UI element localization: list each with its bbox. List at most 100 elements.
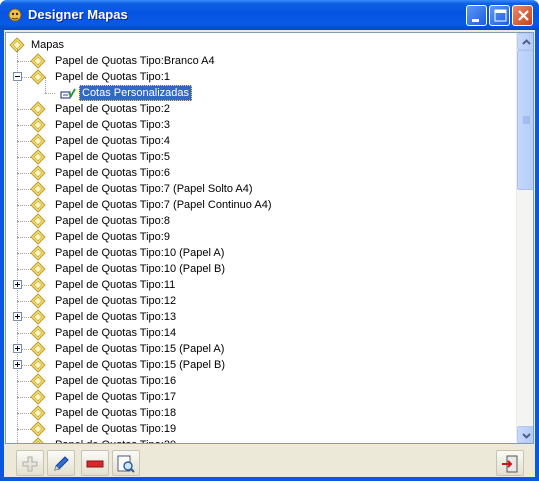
minimize-button[interactable] xyxy=(466,5,487,26)
vertical-scrollbar[interactable] xyxy=(516,33,533,443)
tree-item-label: Papel de Quotas Tipo:16 xyxy=(55,375,177,387)
tree-item-label: Papel de Quotas Tipo:6 xyxy=(55,167,170,179)
tree-branch-line xyxy=(17,413,31,414)
scroll-thumb[interactable] xyxy=(517,50,533,190)
tree-item-label: Papel de Quotas Tipo:11 xyxy=(55,279,176,291)
scroll-up-button[interactable] xyxy=(517,33,533,50)
tree-branch-line xyxy=(17,301,31,302)
tree-branch-line xyxy=(17,125,31,126)
tree-item[interactable]: Papel de Quotas Tipo:16 xyxy=(6,373,516,389)
tree-view[interactable]: Mapas Papel de Quotas Tipo:Branco A4 Pape… xyxy=(5,32,534,444)
tree-item[interactable]: Papel de Quotas Tipo:9 xyxy=(6,229,516,245)
tree-item[interactable]: Papel de Quotas Tipo:20 xyxy=(6,437,516,443)
tree-item-label-selected: Cotas Personalizadas xyxy=(79,85,193,101)
tree-item[interactable]: Papel de Quotas Tipo:2 xyxy=(6,101,516,117)
diamond-icon xyxy=(30,405,46,421)
preview-button[interactable] xyxy=(112,450,140,476)
tree-branch-line xyxy=(17,381,31,382)
tree-item-label: Papel de Quotas Tipo:13 xyxy=(55,311,177,323)
diamond-icon xyxy=(30,117,46,133)
diamond-icon xyxy=(30,341,46,357)
diamond-icon xyxy=(30,389,46,405)
tree-item-label: Papel de Quotas Tipo:17 xyxy=(55,391,177,403)
pencil-icon xyxy=(54,456,69,471)
collapse-minus-icon[interactable] xyxy=(13,72,22,81)
tree-item[interactable]: Papel de Quotas Tipo:19 xyxy=(6,421,516,437)
tree-item-label: Papel de Quotas Tipo:19 xyxy=(55,423,177,435)
minus-icon xyxy=(86,460,104,468)
tree-branch-line xyxy=(17,253,31,254)
tree-child-item[interactable]: Cotas Personalizadas xyxy=(6,77,516,101)
tree-content: Mapas Papel de Quotas Tipo:Branco A4 Pape… xyxy=(6,33,516,443)
title-bar[interactable]: Designer Mapas xyxy=(0,0,539,30)
tree-root[interactable]: Mapas xyxy=(6,37,516,53)
tree-item-label: Papel de Quotas Tipo:2 xyxy=(55,103,170,115)
expand-plus-icon[interactable] xyxy=(13,312,22,321)
tree-item-label: Papel de Quotas Tipo:12 xyxy=(55,295,177,307)
tree-item[interactable]: Papel de Quotas Tipo:1 xyxy=(6,69,516,85)
tree-item-label: Papel de Quotas Tipo:18 xyxy=(55,407,177,419)
tree-item[interactable]: Papel de Quotas Tipo:15 (Papel A) xyxy=(6,341,516,357)
tree-item[interactable]: Papel de Quotas Tipo:18 xyxy=(6,405,516,421)
chevron-down-icon xyxy=(522,433,531,439)
tree-item[interactable]: Papel de Quotas Tipo:5 xyxy=(6,149,516,165)
diamond-icon xyxy=(30,373,46,389)
tree-item-label: Papel de Quotas Tipo:5 xyxy=(55,151,170,163)
diamond-icon xyxy=(30,149,46,165)
edit-button[interactable] xyxy=(47,450,75,476)
maximize-icon xyxy=(494,9,507,22)
diamond-icon xyxy=(30,277,46,293)
expand-plus-icon[interactable] xyxy=(13,344,22,353)
custom-quota-icon xyxy=(60,88,76,99)
diamond-icon xyxy=(30,69,46,85)
tree-item[interactable]: Papel de Quotas Tipo:10 (Papel A) xyxy=(6,245,516,261)
tree-item[interactable]: Papel de Quotas Tipo:14 xyxy=(6,325,516,341)
add-button[interactable] xyxy=(16,450,44,476)
tree-branch-line xyxy=(17,429,31,430)
tree-branch-line xyxy=(45,93,55,94)
tree-item[interactable]: Papel de Quotas Tipo:7 (Papel Solto A4) xyxy=(6,181,516,197)
close-button[interactable] xyxy=(512,5,533,26)
tree-item[interactable]: Papel de Quotas Tipo:17 xyxy=(6,389,516,405)
exit-button[interactable] xyxy=(496,450,524,476)
tree-branch-line xyxy=(17,397,31,398)
expand-plus-icon[interactable] xyxy=(13,280,22,289)
diamond-icon xyxy=(32,437,44,443)
tree-branch-line xyxy=(17,221,31,222)
diamond-icon xyxy=(30,261,46,277)
tree-item[interactable]: Papel de Quotas Tipo:10 (Papel B) xyxy=(6,261,516,277)
tree-item[interactable]: Papel de Quotas Tipo:6 xyxy=(6,165,516,181)
bottom-toolbar xyxy=(4,448,535,477)
tree-item-label: Papel de Quotas Tipo:9 xyxy=(55,231,170,243)
tree-item[interactable]: Papel de Quotas Tipo:Branco A4 xyxy=(6,53,516,69)
delete-button[interactable] xyxy=(81,450,109,476)
tree-item-label: Papel de Quotas Tipo:15 (Papel A) xyxy=(55,343,225,355)
tree-item[interactable]: Papel de Quotas Tipo:12 xyxy=(6,293,516,309)
plus-icon xyxy=(22,456,38,472)
tree-item[interactable]: Papel de Quotas Tipo:13 xyxy=(6,309,516,325)
diamond-icon xyxy=(30,101,46,117)
diamond-icon xyxy=(30,357,46,373)
diamond-icon xyxy=(30,181,46,197)
tree-item-label: Papel de Quotas Tipo:20 xyxy=(55,438,176,443)
tree-branch-line xyxy=(17,109,31,110)
tree-item[interactable]: Papel de Quotas Tipo:3 xyxy=(6,117,516,133)
tree-item[interactable]: Papel de Quotas Tipo:4 xyxy=(6,133,516,149)
tree-item[interactable]: Papel de Quotas Tipo:8 xyxy=(6,213,516,229)
exit-icon xyxy=(502,455,518,473)
maximize-button[interactable] xyxy=(489,5,510,26)
chevron-up-icon xyxy=(522,39,531,45)
diamond-icon xyxy=(30,213,46,229)
tree-branch-line xyxy=(17,205,31,206)
tree-item-label: Papel de Quotas Tipo:3 xyxy=(55,119,170,131)
tree-item[interactable]: Papel de Quotas Tipo:11 xyxy=(6,277,516,293)
diamond-icon xyxy=(30,245,46,261)
tree-item[interactable]: Papel de Quotas Tipo:15 (Papel B) xyxy=(6,357,516,373)
scroll-down-button[interactable] xyxy=(517,426,533,443)
minimize-icon xyxy=(472,19,479,22)
diamond-icon xyxy=(30,229,46,245)
expand-plus-icon[interactable] xyxy=(13,360,22,369)
tree-item[interactable]: Papel de Quotas Tipo:7 (Papel Continuo A… xyxy=(6,197,516,213)
tree-branch-line xyxy=(17,173,31,174)
tree-branch-line xyxy=(17,157,31,158)
